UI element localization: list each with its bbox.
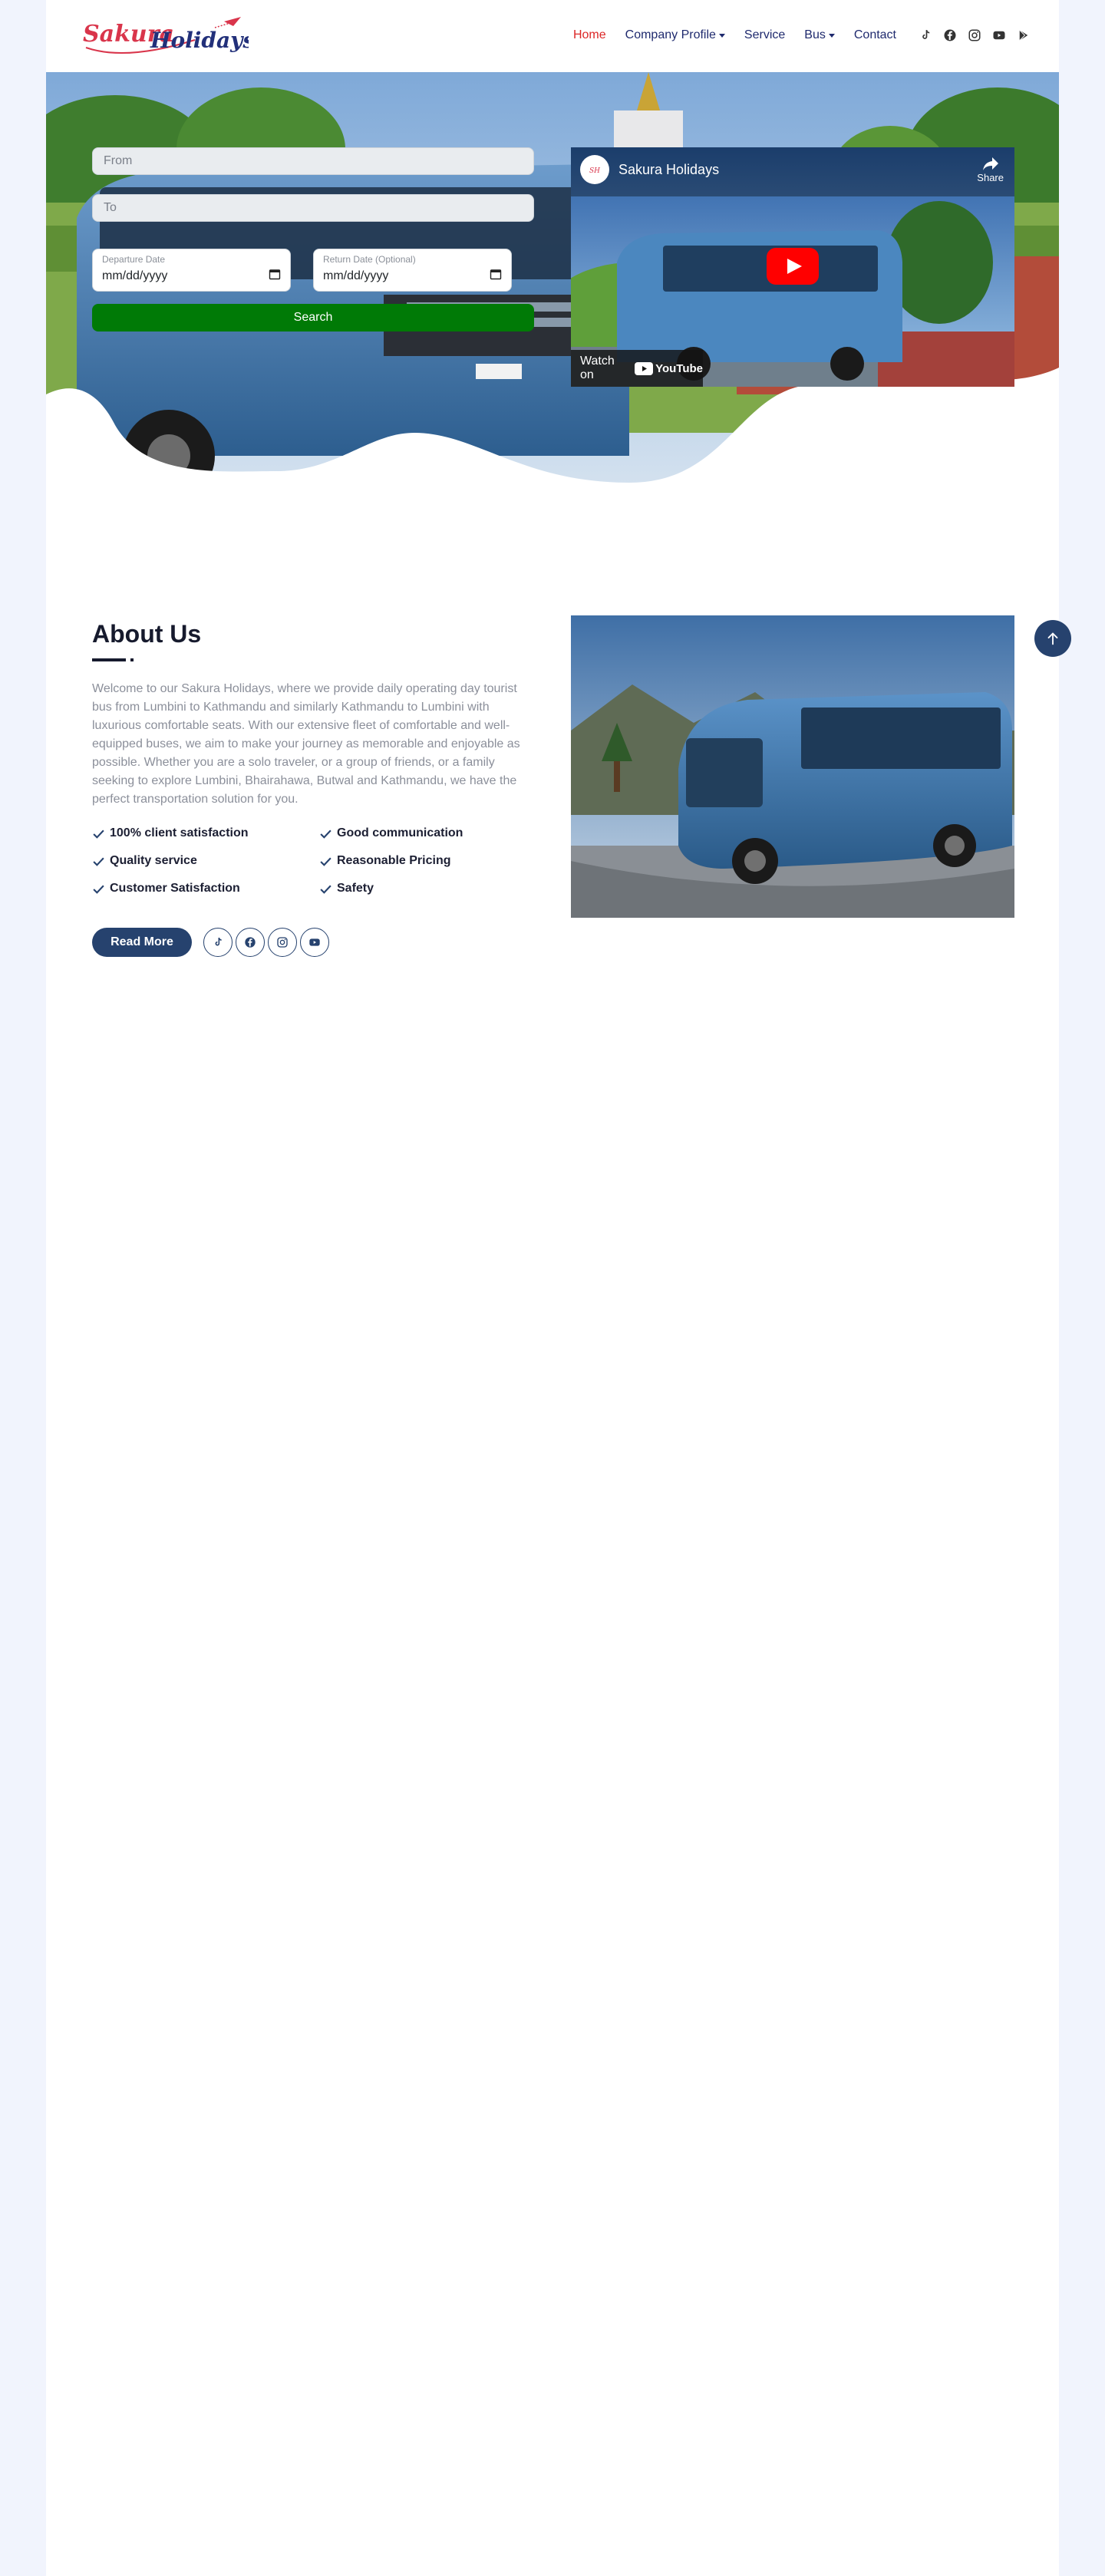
youtube-video-embed[interactable]: SH Sakura Holidays Share Watch on YouTub… (571, 147, 1014, 387)
feature-label: Reasonable Pricing (337, 854, 451, 867)
to-input[interactable]: To (92, 194, 534, 222)
nav-company-profile[interactable]: Company Profile (625, 28, 725, 42)
youtube-logo: YouTube (635, 361, 703, 375)
sakura-holidays-logo: Sakura Holidays (83, 17, 255, 54)
channel-avatar[interactable]: SH (580, 155, 609, 184)
watch-on-youtube[interactable]: Watch on YouTube (571, 350, 703, 387)
facebook-icon[interactable] (942, 28, 958, 43)
feature-item: 100% client satisfaction (92, 826, 249, 840)
feature-label: Customer Satisfaction (110, 882, 240, 895)
watch-on-label: Watch on (580, 355, 615, 381)
share-button[interactable]: Share (977, 155, 1004, 183)
return-date-field[interactable]: Return Date (Optional) mm/dd/yyyy (313, 249, 512, 292)
google-play-icon[interactable] (1016, 28, 1031, 43)
feature-item: Customer Satisfaction (92, 882, 240, 895)
instagram-button[interactable] (268, 928, 297, 957)
check-icon (320, 830, 332, 839)
check-icon (93, 830, 104, 839)
feature-item: Quality service (92, 854, 197, 868)
feature-item: Good communication (319, 826, 463, 840)
youtube-icon (309, 938, 320, 946)
facebook-icon (245, 937, 256, 948)
about-title: About Us (92, 620, 202, 648)
feature-item: Safety (319, 882, 374, 895)
arrow-up-icon (1047, 632, 1058, 645)
chevron-down-icon (828, 33, 835, 38)
check-icon (93, 857, 104, 866)
page: Sakura Holidays Home Company Profile Ser… (46, 0, 1071, 2576)
nav-service[interactable]: Service (744, 28, 785, 42)
share-icon (982, 157, 998, 170)
youtube-wordmark: YouTube (655, 361, 703, 375)
feature-label: Quality service (110, 854, 197, 867)
svg-text:Holidays: Holidays (150, 28, 249, 53)
from-input[interactable]: From (92, 147, 534, 175)
video-title[interactable]: Sakura Holidays (618, 162, 719, 178)
video-channel[interactable]: SH Sakura Holidays (580, 155, 719, 184)
departure-date-label: Departure Date (102, 254, 166, 265)
main-nav: Home Company Profile Service Bus Contact (554, 23, 1031, 48)
feature-label: Good communication (337, 826, 463, 839)
tiktok-icon (215, 937, 222, 946)
calendar-icon[interactable] (269, 268, 281, 284)
feature-label: Safety (337, 882, 374, 895)
departure-date-field[interactable]: Departure Date mm/dd/yyyy (92, 249, 291, 292)
search-button[interactable]: Search (92, 304, 534, 331)
youtube-button[interactable] (300, 928, 329, 957)
youtube-icon[interactable] (991, 28, 1007, 43)
check-icon (320, 885, 332, 894)
about-bus-image (571, 615, 1014, 918)
nav-contact[interactable]: Contact (854, 28, 896, 42)
return-date-label: Return Date (Optional) (323, 254, 416, 265)
about-social-links (203, 928, 332, 957)
return-date-value: mm/dd/yyyy (323, 269, 389, 282)
facebook-button[interactable] (236, 928, 265, 957)
nav-bus[interactable]: Bus (804, 28, 835, 42)
check-icon (93, 885, 104, 894)
feature-item: Reasonable Pricing (319, 854, 451, 868)
calendar-icon[interactable] (490, 268, 502, 284)
tiktok-button[interactable] (203, 928, 233, 957)
back-to-top-button[interactable] (1034, 620, 1071, 657)
hero-section: From To Departure Date mm/dd/yyyy Return… (46, 72, 1059, 542)
nav-social-icons (909, 28, 1031, 43)
title-underline-dot (130, 658, 134, 661)
about-description: Welcome to our Sakura Holidays, where we… (92, 682, 520, 806)
logo[interactable]: Sakura Holidays (80, 11, 255, 61)
check-icon (320, 857, 332, 866)
navbar: Sakura Holidays Home Company Profile Ser… (46, 0, 1059, 72)
nav-company-profile-label: Company Profile (625, 28, 716, 41)
nav-bus-label: Bus (804, 28, 826, 41)
chevron-down-icon (718, 33, 725, 38)
read-more-button[interactable]: Read More (92, 928, 192, 957)
nav-home[interactable]: Home (573, 28, 606, 42)
instagram-icon (277, 937, 288, 948)
departure-date-value: mm/dd/yyyy (102, 269, 168, 282)
svg-text:SH: SH (589, 167, 600, 175)
instagram-icon[interactable] (967, 28, 982, 43)
share-label: Share (977, 172, 1004, 183)
youtube-icon (635, 361, 654, 375)
play-button-icon[interactable] (767, 248, 819, 285)
tiktok-icon[interactable] (918, 28, 933, 43)
feature-label: 100% client satisfaction (110, 826, 249, 839)
title-underline (92, 658, 126, 661)
